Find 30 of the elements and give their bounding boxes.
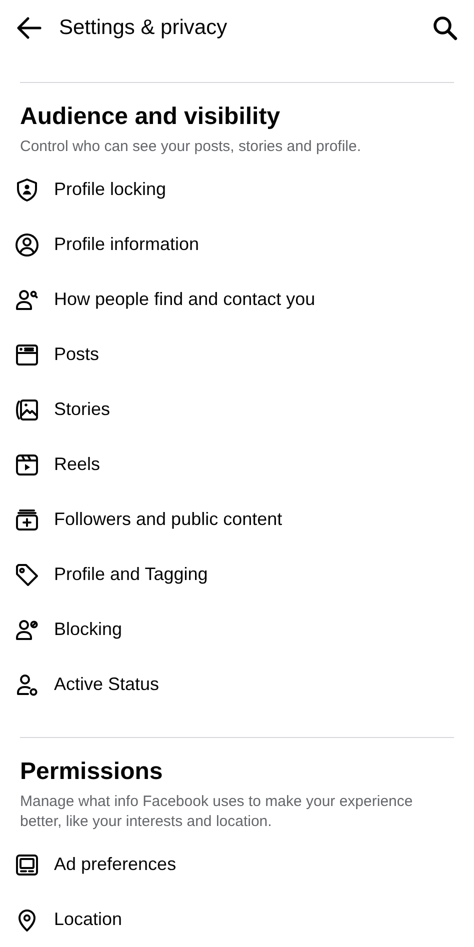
settings-item[interactable]: Followers and public content	[54, 509, 282, 530]
tag-icon	[14, 562, 40, 588]
settings-item[interactable]: Blocking	[54, 619, 122, 640]
section-description: Control who can see your posts, stories and profile.	[20, 137, 362, 157]
person-status-icon	[14, 672, 40, 698]
settings-item[interactable]: How people find and contact you	[54, 289, 316, 310]
play-clapper-icon	[14, 452, 40, 478]
page-title: Settings & privacy	[59, 16, 228, 40]
section-heading: Permissions	[20, 758, 164, 786]
settings-item[interactable]: Ad preferences	[54, 854, 176, 875]
back-arrow-icon	[16, 15, 42, 41]
settings-item[interactable]: Stories	[54, 399, 110, 420]
settings-item[interactable]: Profile information	[54, 234, 200, 255]
section-heading: Audience and visibility	[20, 103, 282, 131]
person-circle-icon	[14, 232, 40, 258]
shield-person-icon	[14, 176, 40, 202]
section-description: Manage what info Facebook uses to make your experience better, like your interests and location.	[20, 792, 414, 832]
settings-item[interactable]: Reels	[54, 454, 100, 475]
settings-item[interactable]: Posts	[54, 344, 100, 365]
stack-plus-icon	[14, 506, 40, 532]
settings-item[interactable]: Profile locking	[54, 179, 166, 200]
settings-item[interactable]: Active Status	[54, 674, 160, 695]
settings-item[interactable]: Profile and Tagging	[54, 564, 208, 585]
search-button[interactable]	[432, 15, 458, 41]
post-icon	[14, 342, 40, 368]
picture-frame-icon	[14, 396, 40, 422]
monitor-icon	[14, 852, 40, 878]
search-icon	[432, 15, 458, 41]
back-button[interactable]	[16, 15, 42, 41]
settings-item[interactable]: Location	[54, 909, 122, 930]
